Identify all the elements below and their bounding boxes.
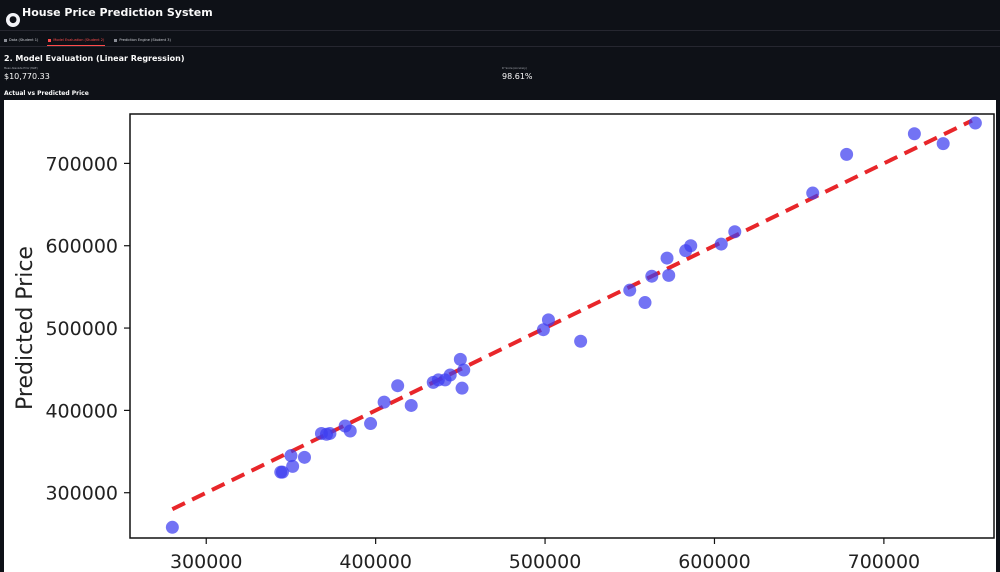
metric-mae: Mean Absolute Error (MAE) $10,770.33 bbox=[4, 67, 50, 81]
x-tick-label: 700000 bbox=[848, 551, 921, 572]
metric-label: Mean Absolute Error (MAE) bbox=[4, 67, 38, 70]
tab-label: Model Evaluation (Student 2) bbox=[53, 38, 105, 42]
data-point bbox=[714, 237, 728, 251]
data-point bbox=[541, 313, 555, 327]
scatter-plot: Predicted Price 300000 400000 500000 600000… bbox=[13, 113, 995, 572]
scatter-plot-panel: Predicted Price 300000 400000 500000 600000… bbox=[4, 100, 996, 572]
data-point bbox=[638, 296, 652, 310]
data-point bbox=[684, 239, 698, 253]
data-point bbox=[623, 283, 637, 297]
data-point bbox=[806, 186, 820, 200]
plot-area-frame bbox=[129, 113, 995, 539]
tab-data[interactable]: Data (Student 1) bbox=[3, 36, 39, 46]
tab-divider bbox=[0, 46, 1000, 47]
app-header: ● House Price Prediction System bbox=[0, 0, 1000, 31]
data-point bbox=[645, 269, 659, 283]
data-point bbox=[377, 395, 391, 409]
data-point bbox=[404, 398, 418, 412]
data-point bbox=[455, 381, 469, 395]
gear-icon bbox=[114, 38, 118, 42]
data-point bbox=[297, 450, 311, 464]
y-tick-label: 700000 bbox=[45, 153, 118, 175]
x-tick-label: 400000 bbox=[339, 551, 412, 572]
data-point bbox=[323, 426, 337, 440]
tab-label: Prediction Engine (Student 3) bbox=[119, 38, 171, 42]
y-tick-label: 600000 bbox=[45, 236, 118, 258]
plot-header: Actual vs Predicted Price bbox=[4, 90, 89, 97]
app-title: House Price Prediction System bbox=[22, 6, 213, 19]
x-tick-label: 500000 bbox=[509, 551, 582, 572]
metric-value: 98.61% bbox=[502, 72, 533, 81]
y-tick-label: 400000 bbox=[45, 400, 118, 422]
data-point bbox=[286, 459, 300, 473]
data-point bbox=[968, 116, 982, 130]
x-tick-label: 300000 bbox=[170, 551, 243, 572]
data-point bbox=[391, 379, 405, 393]
brain-icon: ● bbox=[6, 13, 20, 27]
tab-label: Data (Student 1) bbox=[9, 38, 39, 42]
y-axis-label: Predicted Price bbox=[13, 246, 38, 410]
data-point bbox=[364, 417, 378, 431]
data-point bbox=[660, 251, 674, 265]
data-point bbox=[343, 424, 357, 438]
metric-label: R² Score (Accuracy) bbox=[502, 67, 527, 70]
data-point bbox=[840, 147, 854, 161]
data-point bbox=[662, 268, 676, 282]
y-tick-label: 500000 bbox=[45, 318, 118, 340]
metric-value: $10,770.33 bbox=[4, 72, 50, 81]
data-point bbox=[457, 363, 471, 377]
x-tick-label: 600000 bbox=[678, 551, 751, 572]
tab-bar: Data (Student 1) Model Evaluation (Stude… bbox=[0, 36, 1000, 46]
metric-r2: R² Score (Accuracy) 98.61% bbox=[502, 67, 533, 81]
data-point bbox=[728, 225, 742, 239]
data-point bbox=[443, 368, 457, 382]
data-point bbox=[574, 334, 588, 348]
chart-icon bbox=[48, 38, 52, 42]
tab-prediction-engine[interactable]: Prediction Engine (Student 3) bbox=[113, 36, 171, 46]
table-icon bbox=[4, 38, 7, 42]
data-point bbox=[907, 127, 921, 141]
tab-model-evaluation[interactable]: Model Evaluation (Student 2) bbox=[47, 36, 106, 46]
data-point bbox=[936, 137, 950, 151]
data-point bbox=[165, 520, 179, 534]
y-tick-label: 300000 bbox=[45, 483, 118, 505]
section-title: 2. Model Evaluation (Linear Regression) bbox=[4, 54, 185, 63]
